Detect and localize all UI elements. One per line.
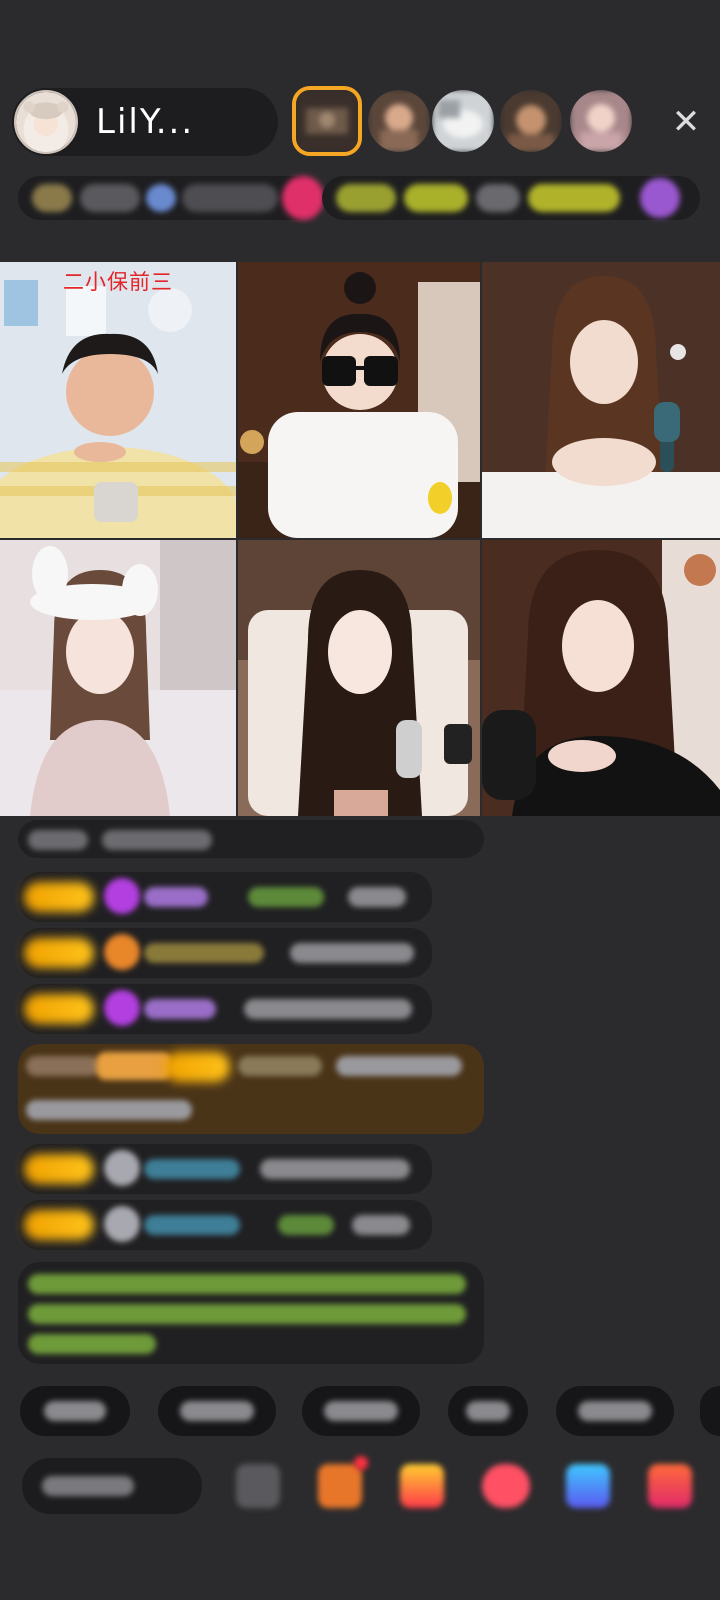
shop-icon[interactable]	[318, 1464, 362, 1508]
rank-text	[182, 184, 278, 212]
activity-icon[interactable]	[640, 178, 680, 218]
fan-level-badge	[164, 1052, 230, 1082]
activity-tag-2	[404, 184, 468, 212]
video-cell-5[interactable]	[238, 540, 480, 816]
emoji-icon[interactable]	[236, 1464, 280, 1508]
room-info-bar[interactable]	[18, 176, 324, 220]
fan-level-badge	[24, 938, 94, 968]
viewer-avatar-2[interactable]	[368, 90, 430, 152]
activity-tag-3	[476, 184, 520, 212]
game-icon[interactable]	[482, 1464, 530, 1508]
chat-message-highlight[interactable]	[18, 1044, 484, 1134]
follow-icon[interactable]	[282, 176, 324, 220]
close-icon[interactable]: ✕	[664, 100, 708, 144]
viewer-avatar-3[interactable]	[432, 90, 494, 152]
system-announcement	[18, 1262, 484, 1364]
quick-reply-chip[interactable]	[20, 1386, 130, 1436]
chat-message[interactable]	[18, 1144, 432, 1194]
activity-bar[interactable]	[322, 176, 700, 220]
video-cell-3[interactable]	[482, 262, 720, 538]
video-cell-1[interactable]: 二小保前三	[0, 262, 236, 538]
chat-message[interactable]	[18, 984, 432, 1034]
fan-level-badge	[24, 882, 94, 912]
medal-icon	[104, 934, 140, 970]
grid-icon[interactable]	[648, 1464, 692, 1508]
multi-guest-video-grid: 二小保前三	[0, 262, 720, 816]
video-cell-6[interactable]	[482, 540, 720, 816]
activity-tag-1	[336, 184, 396, 212]
fan-level-badge	[24, 994, 94, 1024]
quick-reply-chip[interactable]	[556, 1386, 674, 1436]
quick-reply-chip[interactable]	[448, 1386, 528, 1436]
chat-message-notice	[18, 820, 484, 858]
level-badge-icon	[32, 184, 72, 212]
host-name: LilY...	[96, 102, 195, 142]
quick-reply-chip[interactable]	[700, 1386, 720, 1436]
rank-icon	[146, 184, 176, 212]
viewer-avatar-4[interactable]	[500, 90, 562, 152]
viewer-avatar-5[interactable]	[570, 90, 632, 152]
notification-dot	[354, 1456, 368, 1470]
fan-level-badge	[24, 1210, 94, 1240]
quick-reply-chip[interactable]	[158, 1386, 276, 1436]
chat-message[interactable]	[18, 928, 432, 978]
fan-level-badge	[24, 1154, 94, 1184]
quick-reply-chip[interactable]	[302, 1386, 420, 1436]
viewer-avatar-1[interactable]	[292, 86, 362, 156]
user-avatar	[104, 1206, 140, 1242]
room-info-text	[80, 184, 140, 212]
host-avatar[interactable]	[14, 90, 78, 154]
chat-message[interactable]	[18, 1200, 432, 1250]
host-info-pill[interactable]: LilY...	[12, 88, 278, 156]
chat-icon[interactable]	[566, 1464, 610, 1508]
user-avatar	[104, 1150, 140, 1186]
gem-icon	[104, 990, 140, 1026]
gift-icon[interactable]	[400, 1464, 444, 1508]
video-cell-4[interactable]	[0, 540, 236, 816]
chat-message[interactable]	[18, 872, 432, 922]
video-cell-2[interactable]	[238, 262, 480, 538]
chat-input[interactable]	[22, 1458, 202, 1514]
activity-tag-4	[528, 184, 620, 212]
gem-icon	[104, 878, 140, 914]
guest-caption: 二小保前三	[63, 270, 173, 294]
